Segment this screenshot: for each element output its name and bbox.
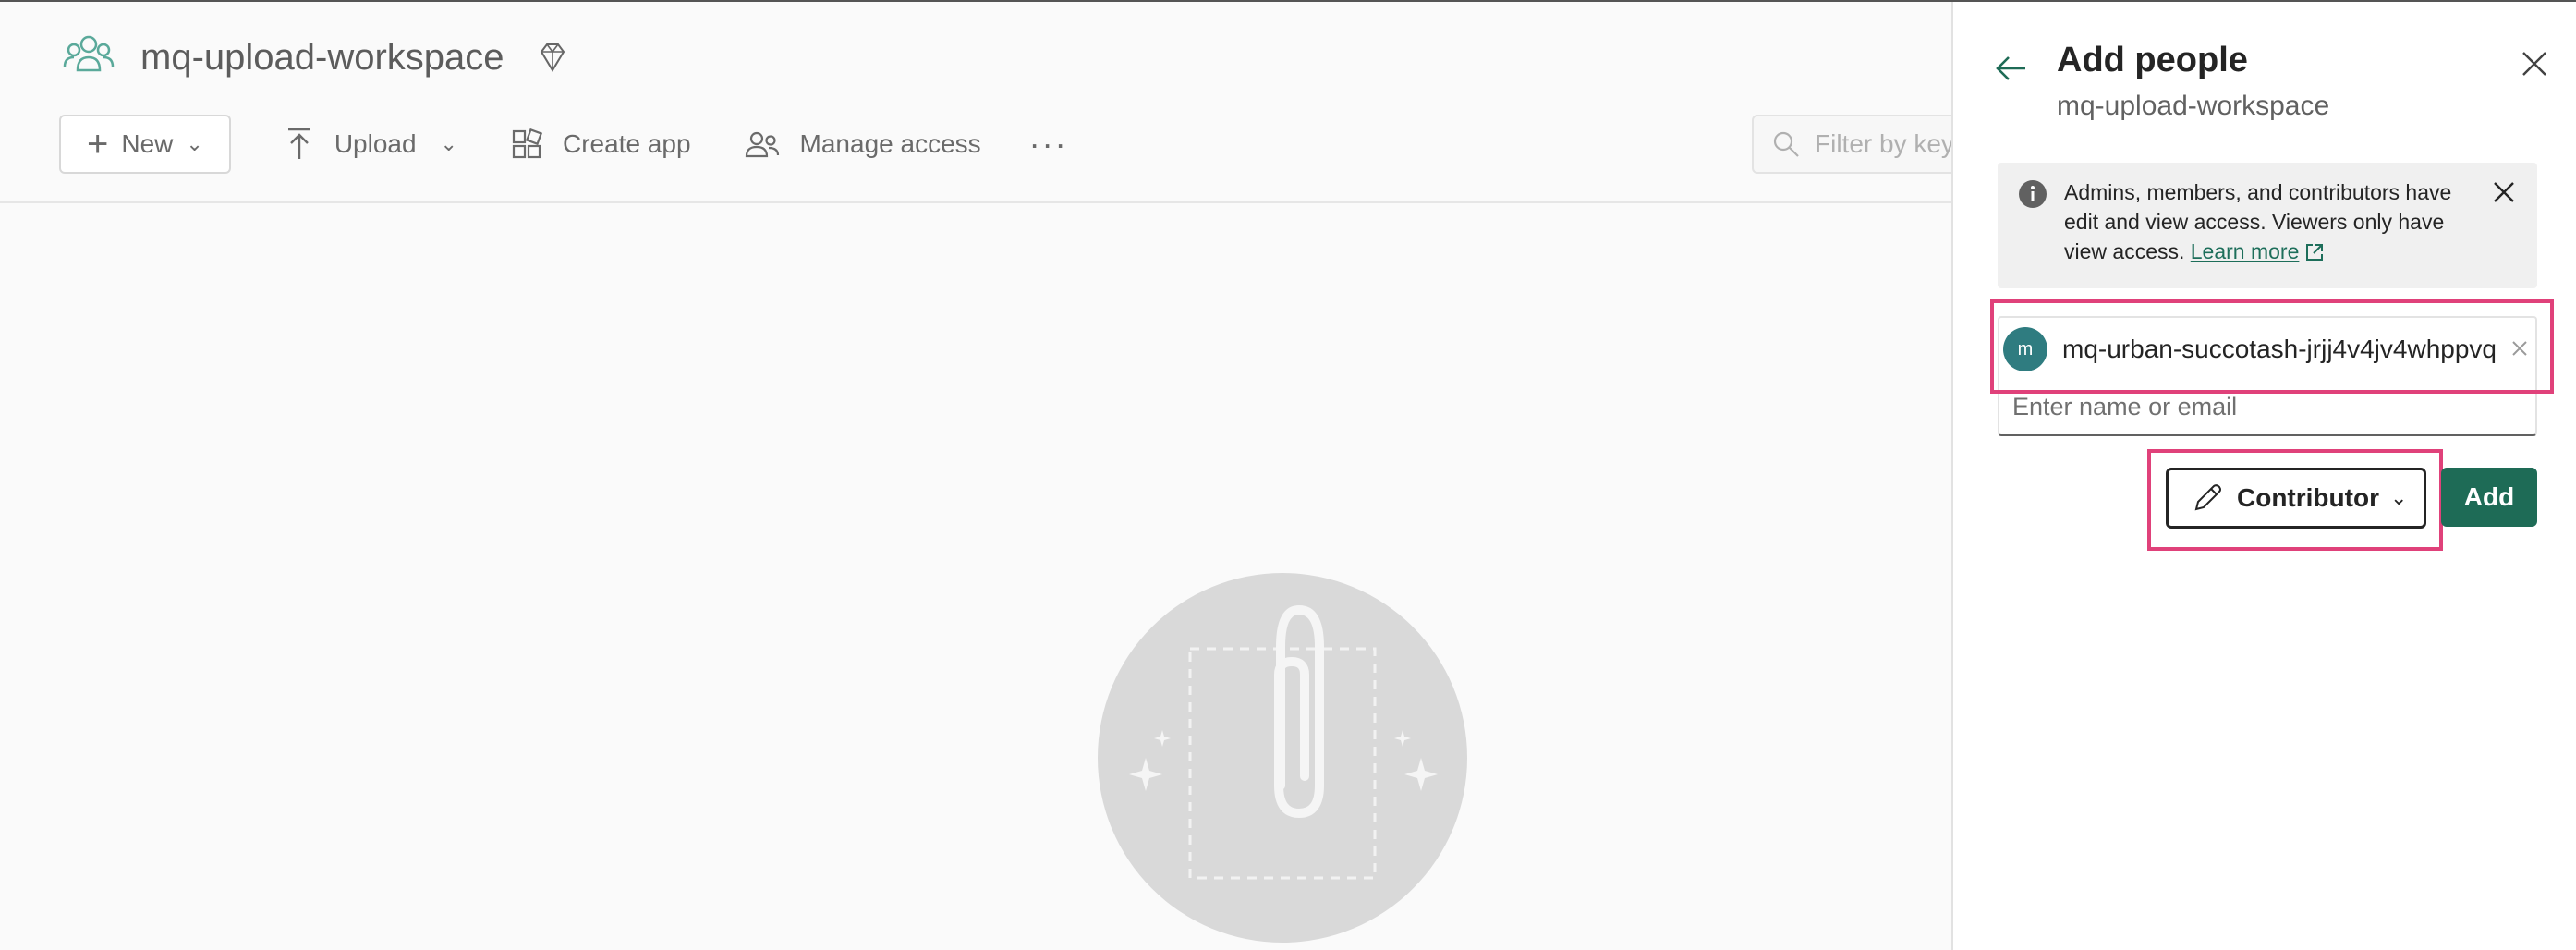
- selected-person-highlight: [1990, 299, 2554, 394]
- info-icon: [2019, 180, 2047, 208]
- create-app-label: Create app: [562, 129, 691, 158]
- new-button-label: New: [121, 129, 174, 158]
- app-root: mq-upload-workspace + New ⌄ Upload ⌄ Cre…: [0, 0, 2576, 950]
- workspace-toolbar: + New ⌄ Upload ⌄ Create app Manage acces…: [59, 115, 1068, 174]
- dismiss-info-icon[interactable]: [2491, 179, 2517, 205]
- manage-access-icon: [745, 131, 779, 158]
- upload-label: Upload: [334, 129, 417, 158]
- learn-more-link[interactable]: Learn more: [2191, 239, 2300, 263]
- filter-placeholder: Filter by key: [1815, 129, 1954, 158]
- more-icon[interactable]: ···: [1029, 125, 1068, 164]
- info-message-bar: Admins, members, and contributors have e…: [1998, 163, 2537, 288]
- panel-subtitle: mq-upload-workspace: [2057, 91, 2330, 121]
- upload-button[interactable]: Upload ⌄: [285, 128, 457, 161]
- panel-title: Add people: [2057, 41, 2248, 79]
- premium-diamond-icon[interactable]: [534, 39, 571, 76]
- role-highlight: [2147, 449, 2443, 551]
- back-arrow-icon[interactable]: [1992, 50, 2029, 87]
- create-app-button[interactable]: Create app: [511, 128, 691, 160]
- workspace-title: mq-upload-workspace: [140, 36, 504, 78]
- add-button[interactable]: Add: [2441, 468, 2537, 527]
- new-button[interactable]: + New ⌄: [59, 115, 231, 174]
- upload-icon: [287, 128, 310, 159]
- workspace-title-row: mq-upload-workspace: [61, 30, 571, 85]
- chevron-down-icon[interactable]: ⌄: [441, 132, 457, 156]
- workspace-header: mq-upload-workspace + New ⌄ Upload ⌄ Cre…: [0, 2, 1992, 203]
- info-message: Admins, members, and contributors have e…: [2064, 177, 2471, 266]
- plus-icon: +: [87, 124, 109, 164]
- paperclip-illustration: [1098, 573, 1467, 943]
- manage-access-label: Manage access: [799, 129, 981, 158]
- search-icon: [1773, 131, 1799, 157]
- close-icon[interactable]: [2519, 48, 2550, 79]
- manage-access-button[interactable]: Manage access: [745, 129, 981, 159]
- chevron-down-icon: ⌄: [186, 132, 203, 155]
- workspace-icon: [63, 35, 115, 72]
- create-app-icon: [512, 128, 542, 159]
- external-link-icon[interactable]: [2304, 242, 2325, 262]
- add-people-panel: Add people mq-upload-workspace Admins, m…: [1951, 2, 2576, 950]
